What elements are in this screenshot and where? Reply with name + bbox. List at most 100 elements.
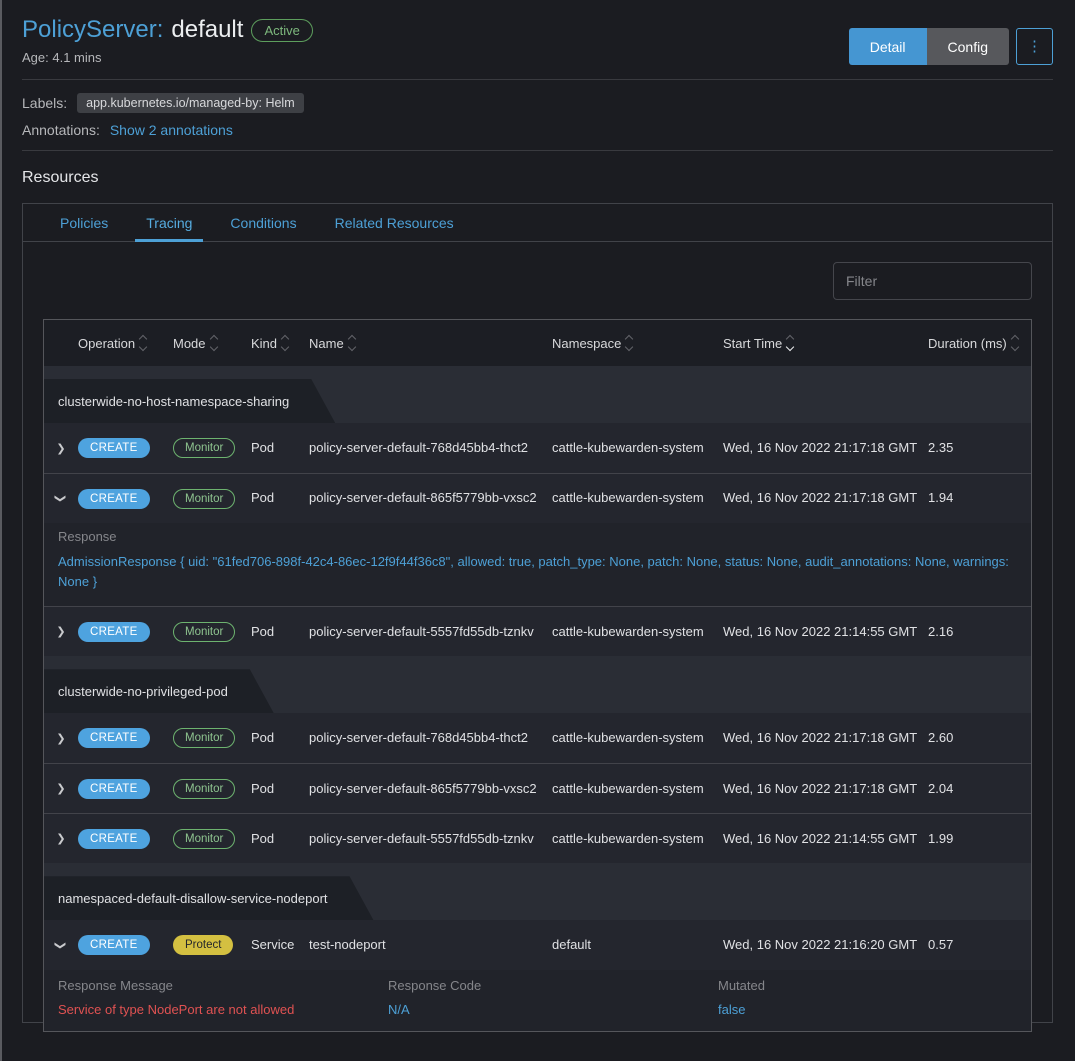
header-actions: Detail Config ⋮ xyxy=(849,28,1053,65)
tab-related-resources[interactable]: Related Resources xyxy=(316,204,473,241)
start-time-cell: Wed, 16 Nov 2022 21:16:20 GMT xyxy=(723,931,928,959)
sort-icon-active xyxy=(787,336,793,350)
label-chip: app.kubernetes.io/managed-by: Helm xyxy=(77,93,303,113)
col-mode[interactable]: Mode xyxy=(173,336,251,351)
namespace-cell: cattle-kubewarden-system xyxy=(552,618,723,646)
col-namespace[interactable]: Namespace xyxy=(552,336,723,351)
namespace-cell: cattle-kubewarden-system xyxy=(552,434,723,462)
response-code-label: Response Code xyxy=(388,978,718,993)
response-message-value: Service of type NodePort are not allowed xyxy=(58,1002,388,1017)
divider xyxy=(22,150,1053,151)
table-row[interactable]: ❯ CREATE Monitor Pod policy-server-defau… xyxy=(44,606,1031,656)
name-cell: policy-server-default-5557fd55db-tznkv xyxy=(309,618,552,646)
namespace-cell: cattle-kubewarden-system xyxy=(552,484,723,512)
start-time-cell: Wed, 16 Nov 2022 21:17:18 GMT xyxy=(723,724,928,752)
table-row[interactable]: ❯ CREATE Monitor Pod policy-server-defau… xyxy=(44,423,1031,473)
kind-cell: Pod xyxy=(251,434,309,462)
mutated-label: Mutated xyxy=(718,978,1017,993)
resources-heading: Resources xyxy=(22,169,1053,187)
mode-badge: Monitor xyxy=(173,622,235,642)
operation-badge: CREATE xyxy=(78,728,150,748)
kind-cell: Pod xyxy=(251,618,309,646)
tab-tracing[interactable]: Tracing xyxy=(127,204,211,241)
col-duration[interactable]: Duration (ms) xyxy=(928,336,1031,351)
table-row[interactable]: ❯ CREATE Monitor Pod policy-server-defau… xyxy=(44,763,1031,813)
filter-input[interactable] xyxy=(833,262,1032,300)
kind-cell: Pod xyxy=(251,724,309,752)
duration-cell: 2.16 xyxy=(928,618,1031,646)
sort-icon xyxy=(626,336,632,350)
table-header: Operation Mode Kind Name xyxy=(44,320,1031,366)
sort-icon xyxy=(140,336,146,350)
operation-badge: CREATE xyxy=(78,622,150,642)
name-cell: policy-server-default-865f5779bb-vxsc2 xyxy=(309,484,552,512)
resource-name-label: default xyxy=(171,16,243,44)
mutated-value: false xyxy=(718,1002,1017,1017)
tabstrip: Policies Tracing Conditions Related Reso… xyxy=(23,204,1052,242)
sort-icon xyxy=(349,336,355,350)
show-annotations-link[interactable]: Show 2 annotations xyxy=(110,122,233,138)
table-row[interactable]: ❯ CREATE Monitor Pod policy-server-defau… xyxy=(44,713,1031,763)
sort-icon xyxy=(282,336,288,350)
table-row[interactable]: ❯ CREATE Protect Service test-nodeport d… xyxy=(44,920,1031,970)
collapse-chevron-icon[interactable]: ❯ xyxy=(55,494,68,503)
kind-cell: Pod xyxy=(251,825,309,853)
collapse-chevron-icon[interactable]: ❯ xyxy=(55,941,68,950)
group-title: namespaced-default-disallow-service-node… xyxy=(44,876,374,920)
row-expanded-detail: Response AdmissionResponse { uid: "61fed… xyxy=(44,523,1031,606)
resources-panel: Policies Tracing Conditions Related Reso… xyxy=(22,203,1053,1023)
expand-chevron-icon[interactable]: ❯ xyxy=(56,832,65,845)
masthead: PolicyServer: default Active Age: 4.1 mi… xyxy=(22,16,1053,65)
response-value: AdmissionResponse { uid: "61fed706-898f-… xyxy=(58,552,1017,592)
sort-icon xyxy=(211,336,217,350)
start-time-cell: Wed, 16 Nov 2022 21:17:18 GMT xyxy=(723,434,928,462)
expand-chevron-icon[interactable]: ❯ xyxy=(56,442,65,455)
operation-badge: CREATE xyxy=(78,489,150,509)
mode-badge: Monitor xyxy=(173,489,235,509)
group-header: clusterwide-no-privileged-pod xyxy=(44,656,1031,713)
operation-badge: CREATE xyxy=(78,438,150,458)
page-title: PolicyServer: default Active xyxy=(22,16,313,44)
metadata-section: Labels: app.kubernetes.io/managed-by: He… xyxy=(22,93,1053,138)
expand-chevron-icon[interactable]: ❯ xyxy=(56,782,65,795)
row-expanded-detail: Response Message Service of type NodePor… xyxy=(44,970,1031,1031)
name-cell: policy-server-default-768d45bb4-thct2 xyxy=(309,434,552,462)
namespace-cell: cattle-kubewarden-system xyxy=(552,724,723,752)
expand-chevron-icon[interactable]: ❯ xyxy=(56,625,65,638)
operation-badge: CREATE xyxy=(78,829,150,849)
name-cell: policy-server-default-768d45bb4-thct2 xyxy=(309,724,552,752)
group-header: namespaced-default-disallow-service-node… xyxy=(44,863,1031,920)
tab-conditions[interactable]: Conditions xyxy=(211,204,315,241)
tracing-table: Operation Mode Kind Name xyxy=(43,319,1032,1032)
start-time-cell: Wed, 16 Nov 2022 21:14:55 GMT xyxy=(723,618,928,646)
tab-policies[interactable]: Policies xyxy=(41,204,127,241)
table-row[interactable]: ❯ CREATE Monitor Pod policy-server-defau… xyxy=(44,813,1031,863)
response-label: Response xyxy=(58,529,1017,544)
col-start-time[interactable]: Start Time xyxy=(723,336,928,351)
kind-cell: Service xyxy=(251,931,309,959)
col-operation[interactable]: Operation xyxy=(78,336,173,351)
expand-chevron-icon[interactable]: ❯ xyxy=(56,732,65,745)
config-button[interactable]: Config xyxy=(927,28,1009,65)
mode-badge: Monitor xyxy=(173,779,235,799)
age-label: Age: 4.1 mins xyxy=(22,50,313,65)
table-row[interactable]: ❯ CREATE Monitor Pod policy-server-defau… xyxy=(44,473,1031,523)
duration-cell: 1.94 xyxy=(928,484,1031,512)
kind-cell: Pod xyxy=(251,775,309,803)
policy-server-detail-page: PolicyServer: default Active Age: 4.1 mi… xyxy=(2,0,1075,1023)
operation-badge: CREATE xyxy=(78,935,150,955)
mode-badge: Monitor xyxy=(173,829,235,849)
col-name[interactable]: Name xyxy=(309,336,552,351)
name-cell: test-nodeport xyxy=(309,931,552,959)
col-kind[interactable]: Kind xyxy=(251,336,309,351)
namespace-cell: cattle-kubewarden-system xyxy=(552,775,723,803)
start-time-cell: Wed, 16 Nov 2022 21:17:18 GMT xyxy=(723,484,928,512)
mode-badge: Monitor xyxy=(173,438,235,458)
mode-badge: Protect xyxy=(173,935,233,955)
start-time-cell: Wed, 16 Nov 2022 21:14:55 GMT xyxy=(723,825,928,853)
kebab-menu-icon[interactable]: ⋮ xyxy=(1016,28,1053,65)
namespace-cell: cattle-kubewarden-system xyxy=(552,825,723,853)
response-code-value: N/A xyxy=(388,1002,718,1017)
detail-button[interactable]: Detail xyxy=(849,28,927,65)
start-time-cell: Wed, 16 Nov 2022 21:17:18 GMT xyxy=(723,775,928,803)
